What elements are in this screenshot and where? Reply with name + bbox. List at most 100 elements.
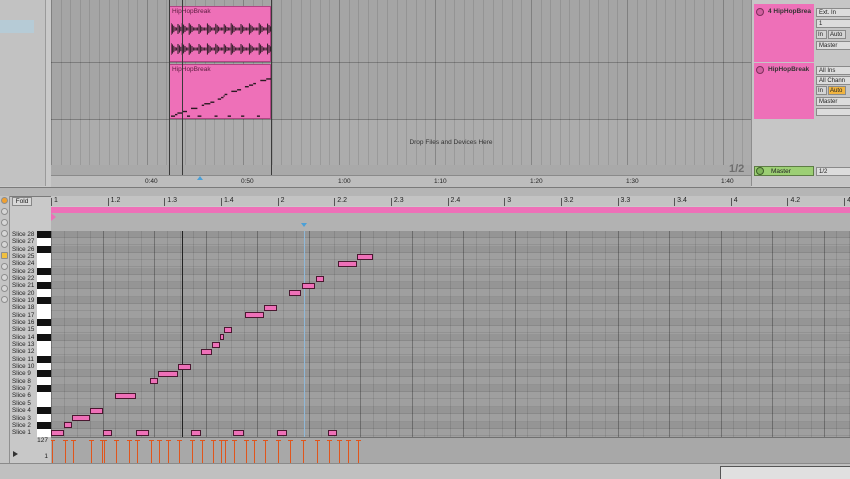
velocity-marker[interactable] (301, 440, 307, 463)
velocity-marker[interactable] (326, 440, 332, 463)
black-key[interactable] (37, 333, 51, 341)
velocity-marker[interactable] (88, 440, 94, 463)
note-editor-grid[interactable] (51, 231, 850, 437)
black-key[interactable] (37, 385, 51, 393)
midi-note[interactable] (219, 334, 224, 341)
velocity-marker[interactable] (218, 440, 224, 463)
midi-note[interactable] (263, 304, 277, 311)
master-activator-icon[interactable] (756, 167, 764, 175)
midi-note[interactable] (71, 415, 90, 421)
black-key[interactable] (37, 370, 51, 378)
track-name[interactable]: 4 HipHopBrea (768, 8, 811, 15)
midi-note[interactable] (327, 429, 338, 436)
time-ruler[interactable]: 0:40 0:50 1:00 1:10 1:20 1:30 1:40 (51, 175, 751, 187)
black-key[interactable] (37, 421, 51, 429)
midi-note[interactable] (177, 363, 191, 370)
notes-box-icon[interactable] (1, 230, 8, 237)
midi-note[interactable] (357, 253, 373, 260)
track-activator-icon[interactable] (756, 66, 764, 74)
midi-note[interactable] (63, 422, 72, 429)
velocity-marker[interactable] (211, 440, 217, 463)
midi-note[interactable] (212, 341, 220, 348)
velocity-marker[interactable] (232, 440, 238, 463)
input-channel-select[interactable]: All Chann (816, 76, 850, 85)
midi-note[interactable] (223, 326, 233, 333)
input-channel-select[interactable]: 1 (816, 19, 850, 28)
velocity-marker[interactable] (157, 440, 163, 463)
black-key[interactable] (37, 319, 51, 327)
output-channel-select[interactable] (816, 108, 850, 116)
velocity-marker[interactable] (275, 440, 281, 463)
black-key[interactable] (37, 245, 51, 253)
input-type-select[interactable]: Ext. In (816, 8, 850, 17)
marker-lane[interactable] (51, 213, 850, 231)
clip-activator-icon[interactable] (1, 197, 8, 204)
track-name[interactable]: HipHopBreak (768, 66, 809, 73)
midi-note[interactable] (233, 429, 245, 436)
cue-marker-icon[interactable] (197, 176, 203, 180)
playback-marker-icon[interactable] (301, 223, 307, 227)
midi-note[interactable] (89, 407, 103, 414)
velocity-marker[interactable] (287, 440, 293, 463)
fold-icon[interactable] (1, 263, 8, 270)
velocity-marker[interactable] (176, 440, 182, 463)
midi-note[interactable] (201, 348, 213, 355)
midi-note[interactable] (136, 429, 149, 436)
midi-note[interactable] (51, 429, 64, 436)
velocity-marker[interactable] (101, 440, 107, 463)
input-type-select[interactable]: All Ins (816, 66, 850, 75)
velocity-marker[interactable] (262, 440, 268, 463)
piano-keyboard[interactable] (37, 231, 51, 437)
velocity-marker[interactable] (190, 440, 196, 463)
monitor-auto-button[interactable]: Auto (828, 86, 846, 95)
velocity-marker[interactable] (114, 440, 120, 463)
velocity-marker[interactable] (148, 440, 154, 463)
black-key[interactable] (37, 297, 51, 305)
scroll-icon[interactable] (1, 296, 8, 303)
start-marker-icon[interactable] (51, 213, 56, 221)
midi-note[interactable] (302, 282, 316, 289)
velocity-marker[interactable] (127, 440, 133, 463)
midi-clip[interactable]: HipHopBreak (169, 64, 271, 119)
monitor-in-button[interactable]: In (816, 30, 827, 39)
envelope-box-icon[interactable] (1, 241, 8, 248)
black-key[interactable] (37, 267, 51, 275)
monitor-auto-button[interactable]: Auto (828, 30, 846, 39)
midi-note[interactable] (315, 275, 325, 282)
output-select[interactable]: Master (816, 41, 850, 50)
velocity-marker[interactable] (165, 440, 171, 463)
zoom-icon[interactable] (1, 285, 8, 292)
velocity-marker[interactable] (62, 440, 68, 463)
velocity-marker[interactable] (356, 440, 362, 463)
black-key[interactable] (37, 282, 51, 290)
audio-clip[interactable]: HipHopBreak (169, 6, 271, 62)
fold-button[interactable]: Fold (12, 197, 32, 206)
track-activator-icon[interactable] (756, 8, 764, 16)
launch-box-icon[interactable] (1, 208, 8, 215)
midi-note[interactable] (149, 378, 158, 385)
velocity-marker[interactable] (337, 440, 343, 463)
output-select[interactable]: Master (816, 97, 850, 106)
midi-note[interactable] (102, 429, 113, 436)
play-icon[interactable] (13, 451, 18, 457)
midi-note[interactable] (115, 392, 136, 399)
black-key[interactable] (37, 355, 51, 363)
black-key[interactable] (37, 231, 51, 238)
midi-note[interactable] (288, 290, 302, 297)
arrangement-view[interactable]: HipHopBreak HipHopBreak Drop Files and D… (51, 0, 751, 186)
velocity-marker[interactable] (135, 440, 141, 463)
velocity-marker[interactable] (244, 440, 250, 463)
clip-color-icon[interactable] (1, 252, 8, 259)
velocity-marker[interactable] (51, 440, 55, 463)
master-output-select[interactable]: 1/2 (816, 167, 850, 176)
velocity-editor[interactable] (51, 437, 850, 463)
grid-icon[interactable] (1, 274, 8, 281)
midi-note[interactable] (338, 260, 358, 267)
midi-note[interactable] (245, 312, 264, 319)
midi-note[interactable] (191, 429, 201, 436)
black-key[interactable] (37, 407, 51, 415)
browser-selected-item[interactable] (0, 20, 34, 33)
velocity-marker[interactable] (314, 440, 320, 463)
sample-box-icon[interactable] (1, 219, 8, 226)
beat-ruler[interactable]: 11.21.31.422.22.32.433.23.33.444.24.3 (51, 196, 850, 206)
